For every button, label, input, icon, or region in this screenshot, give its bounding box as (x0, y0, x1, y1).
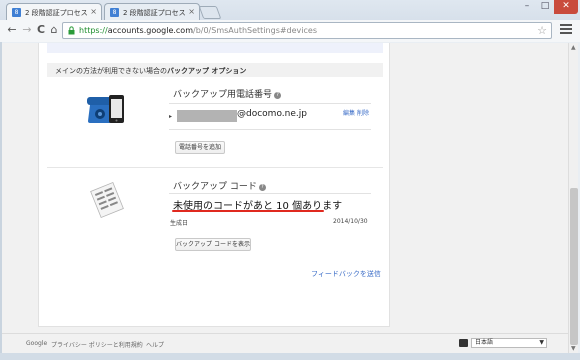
tab-title: 2 段階認証プロセス (123, 9, 186, 17)
backup-phone-number: @docomo.ne.jp (237, 109, 307, 119)
tab-title: 2 段階認証プロセス (25, 9, 88, 17)
edit-link[interactable]: 編集 (343, 110, 355, 117)
tab-2sv-2[interactable]: 8 2 段階認証プロセス × (104, 3, 200, 20)
expand-caret-icon[interactable]: ▸ (169, 113, 172, 120)
footer-divider (2, 333, 568, 334)
backup-phone-title: バックアップ用電話番号? (173, 87, 282, 100)
google-favicon-icon: 8 (12, 8, 21, 17)
language-value: 日本語 (475, 339, 494, 346)
page-viewport: メインの方法が利用できない場合のバックアップ オプション バックアップ用電話番号… (2, 43, 568, 353)
vertical-scrollbar[interactable]: ▲ ▼ (568, 43, 578, 353)
scroll-down-icon[interactable]: ▼ (571, 345, 576, 352)
back-arrow-icon[interactable]: ← (5, 23, 19, 37)
home-icon[interactable]: ⌂ (47, 23, 61, 37)
url-host: accounts.google.com (107, 26, 193, 35)
language-select[interactable]: 日本語 ▼ (471, 338, 547, 348)
reload-icon[interactable]: C (34, 23, 48, 37)
forward-arrow-icon[interactable]: → (20, 23, 34, 37)
heading-bold: バックアップ オプション (167, 67, 247, 75)
scroll-up-icon[interactable]: ▲ (571, 44, 576, 51)
add-phone-button[interactable]: 電話番号を追加 (175, 141, 225, 154)
backup-codes-title: バックアップ コード? (173, 179, 266, 192)
section-divider (47, 167, 383, 168)
show-backup-codes-button[interactable]: バックアップ コードを表示 (175, 238, 251, 251)
minimize-icon[interactable]: – (518, 0, 536, 14)
backup-phone-title-text: バックアップ用電話番号 (173, 90, 273, 100)
url-text: https://accounts.google.com/b/0/SmsAuthS… (79, 26, 317, 35)
footer-google: Google (26, 340, 48, 347)
google-favicon-icon: 8 (110, 8, 119, 17)
delete-link[interactable]: 削除 (357, 110, 369, 117)
dropdown-arrow-icon: ▼ (539, 339, 544, 346)
divider (169, 193, 371, 194)
scrollbar-thumb[interactable] (570, 188, 578, 345)
tab-strip: 8 2 段階認証プロセス × 8 2 段階認証プロセス × – □ ✕ (0, 0, 580, 20)
url-scheme: https:// (79, 26, 108, 35)
tab-close-icon[interactable]: × (90, 7, 97, 16)
help-icon[interactable]: ? (274, 92, 282, 99)
backup-codes-title-text: バックアップ コード (173, 182, 257, 192)
maximize-icon[interactable]: □ (536, 0, 554, 14)
send-feedback-link[interactable]: フィードバックを送信 (311, 269, 381, 279)
footer-help-link[interactable]: ヘルプ (146, 340, 164, 349)
footer-privacy-link[interactable]: プライバシー ポリシーと利用規約 (51, 340, 143, 349)
divider (169, 103, 371, 104)
previous-section-band (47, 43, 383, 53)
browser-chrome: 8 2 段階認証プロセス × 8 2 段階認証プロセス × – □ ✕ ← → … (0, 0, 580, 42)
url-path: /b/0/SmsAuthSettings#devices (193, 26, 318, 35)
new-tab-button[interactable] (198, 6, 222, 19)
window-frame-bottom (0, 353, 580, 360)
lock-icon (68, 26, 75, 35)
heading-prefix: メインの方法が利用できない場合の (55, 67, 167, 75)
window-close-icon[interactable]: ✕ (554, 0, 578, 14)
phone-and-mobile-icon (87, 95, 124, 123)
browser-menu-icon[interactable] (560, 24, 572, 36)
generated-date: 2014/10/30 (333, 218, 368, 225)
bookmark-star-icon[interactable]: ☆ (537, 24, 547, 37)
browser-toolbar: ← → C ⌂ https://accounts.google.com/b/0/… (0, 20, 580, 42)
keyboard-icon[interactable] (459, 339, 468, 347)
backup-codes-sheet-icon (90, 182, 124, 218)
tab-2sv-1[interactable]: 8 2 段階認証プロセス × (6, 3, 102, 20)
generated-label: 生成日 (170, 220, 189, 227)
phone-actions: 編集 削除 (343, 110, 369, 117)
address-bar[interactable]: https://accounts.google.com/b/0/SmsAuthS… (62, 22, 552, 39)
backup-phone-row[interactable]: ▸ @docomo.ne.jp (169, 109, 371, 125)
divider (169, 129, 371, 130)
tab-close-icon[interactable]: × (188, 7, 195, 16)
masked-phone-block (177, 110, 237, 122)
settings-card: メインの方法が利用できない場合のバックアップ オプション バックアップ用電話番号… (38, 43, 390, 327)
backup-options-heading: メインの方法が利用できない場合のバックアップ オプション (47, 63, 383, 77)
red-annotation-underline (172, 210, 324, 212)
help-icon[interactable]: ? (258, 184, 266, 191)
